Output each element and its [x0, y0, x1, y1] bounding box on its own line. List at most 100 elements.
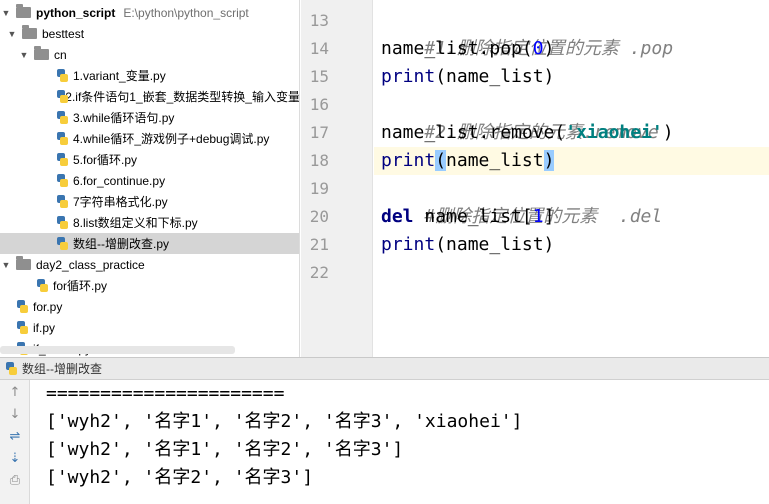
code-line: name_list.remove('xiaohei') — [381, 119, 674, 147]
file-label: 4.while循环_游戏例子+debug调试.py — [73, 132, 270, 146]
python-file-icon — [56, 110, 69, 125]
matched-paren-close: ) — [543, 150, 555, 171]
python-file-icon — [16, 299, 29, 314]
tree-folder-day2-class-practice[interactable]: ▼ day2_class_practice — [0, 254, 299, 275]
builtin-function: print — [381, 150, 436, 171]
python-file-icon — [56, 173, 69, 188]
arrow-up-icon[interactable]: ↑ — [7, 385, 23, 401]
scroll-to-end-icon[interactable]: ⇣ — [7, 451, 23, 467]
folder-icon — [22, 25, 37, 39]
arrow-down-icon[interactable]: ↓ — [7, 407, 23, 423]
folder-icon — [16, 4, 31, 18]
code-line: del name_list[1] — [381, 203, 554, 231]
line-number: 13 — [309, 11, 329, 30]
tree-folder-besttest[interactable]: ▼ besttest — [0, 23, 299, 44]
file-label: 3.while循环语句.py — [73, 111, 175, 125]
code-line: name_list.pop(0) — [381, 35, 554, 63]
chevron-down-icon[interactable]: ▼ — [18, 50, 30, 60]
soft-wrap-icon[interactable]: ⇌ — [7, 429, 23, 445]
file-label: for.py — [33, 299, 63, 314]
line-number: 20 — [309, 207, 329, 226]
line-number: 21 — [309, 235, 329, 254]
line-number: 14 — [309, 39, 329, 58]
tree-file[interactable]: if.py — [0, 317, 299, 338]
number-literal: 0 — [532, 38, 544, 59]
file-label: if.py — [33, 320, 56, 335]
tree-file[interactable]: 5.for循环.py — [0, 149, 299, 170]
code-line: print(name_list) — [381, 231, 554, 259]
python-file-icon — [56, 131, 69, 146]
python-file-icon — [56, 89, 69, 104]
python-file-icon — [56, 68, 69, 83]
print-icon[interactable]: ⎙ — [7, 473, 23, 489]
tree-file[interactable]: for.py — [0, 296, 299, 317]
code-text: (name_list) — [435, 234, 555, 255]
file-label: 7字符串格式化.py — [73, 195, 168, 209]
python-file-icon — [56, 215, 69, 230]
file-label: 数组--增删改查.py — [73, 237, 170, 251]
run-toolbar: ↑ ↓ ⇌ ⇣ ⎙ — [0, 380, 30, 504]
run-tab-title: 数组--增删改查 — [22, 362, 102, 376]
string-literal: 'xiaohei' — [565, 122, 663, 143]
code-text: name_list.remove( — [381, 122, 566, 143]
tree-file[interactable]: 6.for_continue.py — [0, 170, 299, 191]
tree-file[interactable]: for循环.py — [0, 275, 299, 296]
number-literal: 1 — [532, 206, 544, 227]
run-tab-header[interactable]: 数组--增删改查 — [0, 358, 769, 380]
line-number: 17 — [309, 123, 329, 142]
file-label: 6.for_continue.py — [73, 173, 166, 188]
line-number-gutter: 13 14 15 16 17 18 19 20 21 22 — [301, 0, 373, 357]
python-file-icon — [16, 320, 29, 335]
tree-file[interactable]: 3.while循环语句.py — [0, 107, 299, 128]
file-label: 5.for循环.py — [73, 153, 138, 167]
code-text: name_list[ — [413, 206, 533, 227]
keyword: del — [381, 206, 414, 227]
root-folder-path: E:\python\python_script — [123, 5, 249, 20]
line-number: 19 — [309, 179, 329, 198]
folder-label: day2_class_practice — [36, 257, 145, 272]
code-editor[interactable]: 13 14 15 16 17 18 19 20 21 22 #1.删除指定位置的… — [301, 0, 769, 357]
line-number: 16 — [309, 95, 329, 114]
code-text: (name_list) — [435, 66, 555, 87]
file-label: 1.variant_变量.py — [73, 69, 166, 83]
project-tree: ▼ python_script E:\python\python_script … — [0, 0, 300, 357]
console-output-line: ['wyh2', '名字1', '名字2', '名字3', 'xiaohei'] — [46, 411, 523, 432]
builtin-function: print — [381, 66, 436, 87]
tree-file[interactable]: 8.list数组定义和下标.py — [0, 212, 299, 233]
console-output-line: ====================== — [46, 383, 285, 404]
folder-icon — [34, 46, 49, 60]
code-line: print(name_list) — [381, 63, 554, 91]
horizontal-scrollbar[interactable] — [0, 346, 235, 354]
code-line: #1.删除指定位置的元素 .pop — [381, 7, 673, 59]
tree-root-python-script[interactable]: ▼ python_script E:\python\python_script — [0, 2, 299, 23]
tree-file[interactable]: 4.while循环_游戏例子+debug调试.py — [0, 128, 299, 149]
code-text: ) — [543, 38, 555, 59]
console-output-line: ['wyh2', '名字1', '名字2', '名字3'] — [46, 439, 404, 460]
code-text: ] — [543, 206, 555, 227]
line-number: 15 — [309, 67, 329, 86]
builtin-function: print — [381, 234, 436, 255]
chevron-down-icon[interactable]: ▼ — [0, 8, 12, 18]
file-label: 2.if条件语句1_嵌套_数据类型转换_输入变量 — [65, 90, 300, 104]
code-line: #删除指定位置的元素 .del — [381, 175, 662, 227]
tree-folder-cn[interactable]: ▼ cn — [0, 44, 299, 65]
tree-file[interactable]: 2.if条件语句1_嵌套_数据类型转换_输入变量 — [0, 86, 300, 107]
python-file-icon — [56, 152, 69, 167]
python-file-icon — [36, 278, 49, 293]
code-text: name_list — [446, 150, 544, 171]
chevron-down-icon[interactable]: ▼ — [6, 29, 18, 39]
run-panel: 数组--增删改查 ↑ ↓ ⇌ ⇣ ⎙ =====================… — [0, 357, 769, 504]
chevron-down-icon[interactable]: ▼ — [0, 260, 12, 270]
python-file-icon — [56, 194, 69, 209]
tree-file[interactable]: 7字符串格式化.py — [0, 191, 299, 212]
code-text: ) — [662, 122, 674, 143]
code-line: #2.删除指定的元素.remove — [381, 91, 658, 143]
root-folder-label: python_script — [36, 5, 116, 20]
code-text: name_list.pop( — [381, 38, 533, 59]
tree-file[interactable]: 1.variant_变量.py — [0, 65, 299, 86]
matched-paren-open: ( — [435, 150, 447, 171]
file-label: 8.list数组定义和下标.py — [73, 216, 198, 230]
line-number: 22 — [309, 263, 329, 282]
file-label: for循环.py — [53, 279, 108, 293]
tree-file-selected[interactable]: 数组--增删改查.py — [0, 233, 299, 254]
